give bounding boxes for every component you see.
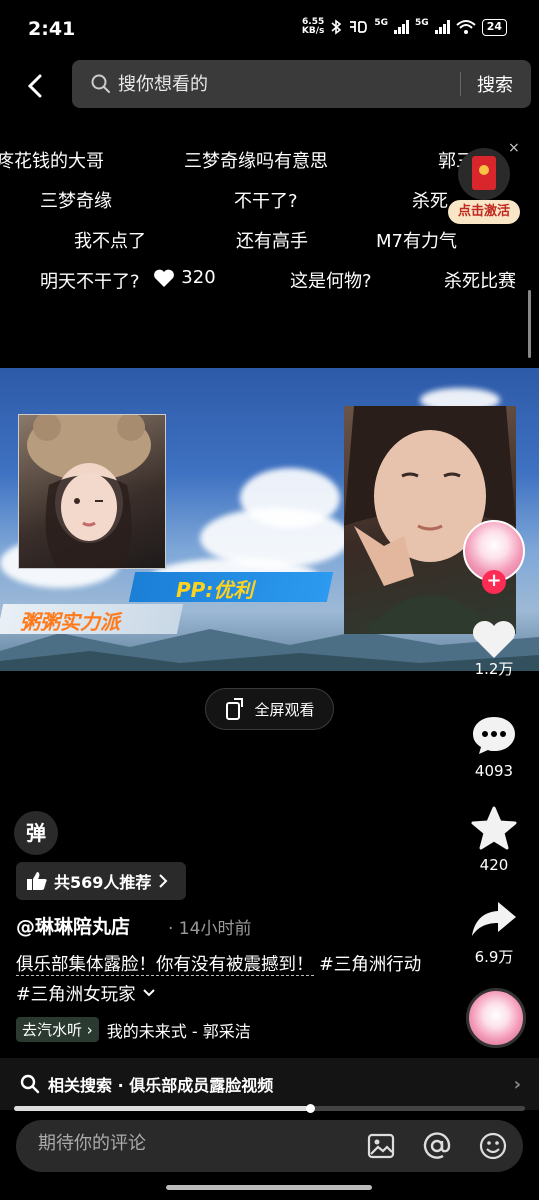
back-button[interactable]: [18, 66, 54, 106]
image-button[interactable]: [366, 1131, 396, 1161]
red-envelope-icon: [458, 148, 510, 200]
music-disc[interactable]: [466, 988, 526, 1048]
team-caption: 粥粥实力派: [20, 610, 120, 634]
recommend-label: 共569人推荐: [54, 873, 152, 892]
danmaku-toggle-button[interactable]: 弹: [14, 811, 58, 855]
comment-icon: [473, 717, 515, 754]
search-input[interactable]: [118, 73, 460, 95]
video-description[interactable]: 俱乐部集体露脸！你有没有被震撼到！ #三角洲行动 #三角洲女玩家: [16, 950, 426, 1010]
hd-call-icon: [350, 21, 368, 33]
description-text: 俱乐部集体露脸！你有没有被震撼到！: [16, 955, 314, 976]
promo-close-button[interactable]: ×: [508, 140, 520, 156]
hashtag-link[interactable]: #三角洲行动: [319, 955, 421, 975]
mention-button[interactable]: [422, 1131, 452, 1161]
comment-count: 4093: [474, 762, 514, 780]
emoji-icon: [479, 1132, 507, 1160]
pp-caption: PP:优利: [176, 578, 254, 602]
fullscreen-rotate-icon: [226, 698, 244, 720]
promo-red-packet[interactable]: 点击激活: [448, 148, 520, 224]
danmaku-item[interactable]: 明天不干了? 320: [40, 267, 216, 294]
chevron-right-icon: ›: [513, 1074, 521, 1095]
heart-icon: [154, 269, 175, 287]
danmaku-item[interactable]: 三梦奇缘吗有意思: [184, 147, 328, 173]
bluetooth-icon: [331, 19, 342, 35]
at-sign-icon: [423, 1132, 451, 1159]
status-bar: 2:41 6.55 KB/s 5G 5G 24: [0, 0, 539, 60]
battery-icon: 24: [481, 18, 507, 36]
top-bar: 搜索: [0, 58, 539, 114]
music-title[interactable]: 我的未来式 - 郭采洁: [107, 1018, 251, 1042]
emoji-button[interactable]: [478, 1131, 508, 1161]
signal-icon-2: [434, 20, 450, 34]
thumbs-up-icon: [27, 872, 47, 890]
danmaku-item[interactable]: 还有高手: [236, 227, 308, 253]
progress-knob[interactable]: [306, 1104, 316, 1113]
search-box[interactable]: 搜索: [72, 60, 531, 108]
video-player[interactable]: PP:优利 粥粥实力派: [0, 368, 539, 671]
favorite-count: 420: [479, 856, 509, 874]
danmaku-item-text: 明天不干了?: [40, 271, 140, 293]
network-type-1: 5G: [374, 18, 389, 28]
follow-button[interactable]: +: [482, 570, 506, 594]
search-icon: [20, 1074, 40, 1094]
home-indicator[interactable]: [166, 1185, 372, 1190]
related-search-label: 相关搜索 · 俱乐部成员露脸视频: [48, 1076, 274, 1095]
danmaku-scrollbar[interactable]: [528, 290, 531, 358]
hashtag-link[interactable]: #三角洲女玩家: [16, 985, 136, 1005]
chevron-left-icon: [27, 74, 42, 98]
image-icon: [367, 1133, 395, 1159]
wifi-icon: [456, 20, 476, 34]
danmaku-item[interactable]: 三梦奇缘: [40, 187, 112, 213]
post-time: · 14小时前: [168, 919, 252, 939]
network-type-2: 5G: [415, 18, 429, 28]
recommend-button[interactable]: 共569人推荐: [16, 862, 186, 900]
comment-bar: [16, 1120, 523, 1172]
danmaku-item[interactable]: 疼花钱的大哥: [0, 147, 104, 173]
share-arrow-icon: [472, 902, 516, 936]
fullscreen-label: 全屏观看: [254, 700, 315, 719]
like-count: 1.2万: [474, 660, 514, 678]
status-time: 2:41: [28, 18, 76, 40]
status-icons: 6.55 KB/s 5G 5G 24: [302, 18, 507, 36]
author-name[interactable]: @琳琳陪丸店: [16, 912, 130, 939]
progress-fill: [14, 1106, 311, 1111]
danmaku-item[interactable]: M7有力气: [376, 227, 457, 253]
search-divider: [460, 72, 461, 96]
like-button[interactable]: 1.2万: [464, 618, 524, 679]
comment-input[interactable]: [38, 1133, 338, 1154]
promo-label: 点击激活: [448, 200, 520, 224]
share-count: 6.9万: [474, 948, 514, 966]
related-search-bar[interactable]: 相关搜索 · 俱乐部成员露脸视频 ›: [0, 1058, 539, 1110]
favorite-button[interactable]: 420: [464, 806, 524, 874]
comment-button[interactable]: 4093: [464, 714, 524, 780]
share-button[interactable]: 6.9万: [464, 898, 524, 967]
heart-icon: [472, 620, 516, 658]
danmaku-item[interactable]: 杀死比赛: [444, 267, 516, 293]
star-icon: [471, 806, 517, 850]
search-button[interactable]: 搜索: [477, 71, 513, 97]
chevron-right-icon: ›: [86, 1021, 93, 1039]
expand-chevron-icon[interactable]: [141, 986, 157, 1000]
danmaku-item[interactable]: 杀死: [412, 187, 448, 213]
signal-icon-1: [394, 20, 410, 34]
search-icon: [91, 74, 110, 93]
listen-in-qishui-button[interactable]: 去汽水听 ›: [16, 1017, 99, 1042]
video-progress-bar[interactable]: [14, 1104, 525, 1113]
danmaku-item[interactable]: 不干了?: [234, 187, 298, 213]
danmaku-like-count: 320: [181, 267, 216, 288]
danmaku-item[interactable]: 这是何物?: [290, 267, 372, 293]
danmaku-like[interactable]: 320: [153, 267, 216, 288]
network-speed: 6.55 KB/s: [301, 17, 325, 36]
music-row: 去汽水听 › 我的未来式 - 郭采洁: [16, 1017, 251, 1042]
fullscreen-button[interactable]: 全屏观看: [205, 688, 334, 730]
chevron-right-icon: [159, 874, 168, 888]
danmaku-item[interactable]: 我不点了: [74, 227, 146, 253]
player-webcam-left: [18, 414, 166, 569]
